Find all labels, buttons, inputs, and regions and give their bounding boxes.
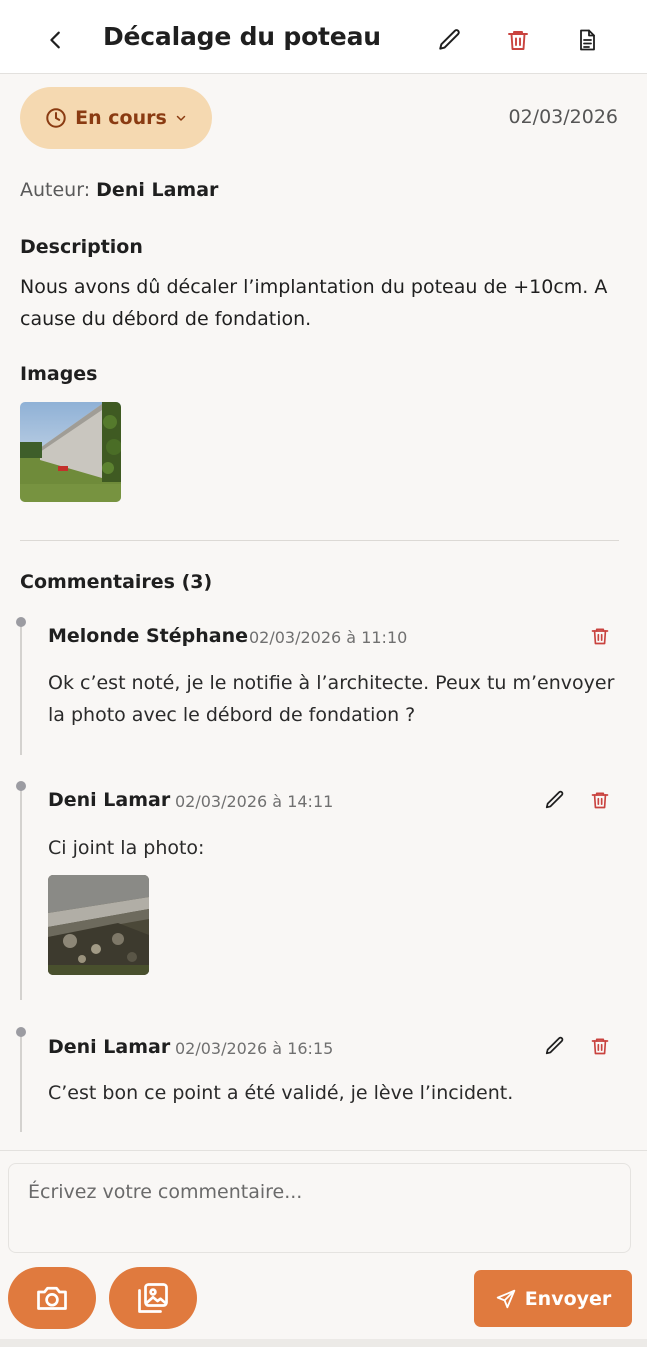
description-heading: Description: [20, 236, 143, 258]
comment-delete-button[interactable]: [585, 1031, 615, 1061]
comment-text: Ok c’est noté, je le notifie à l’archite…: [48, 672, 615, 726]
send-label: Envoyer: [524, 1287, 612, 1310]
author-name: Deni Lamar: [96, 179, 219, 201]
send-icon: [496, 1289, 515, 1308]
timeline-line: [20, 786, 22, 1000]
comment-image-thumbnail[interactable]: [48, 875, 149, 975]
bottom-safe-area: [0, 1339, 647, 1347]
incident-date: 02/03/2026: [508, 106, 618, 128]
comment-input[interactable]: [8, 1163, 631, 1253]
report-button[interactable]: [567, 20, 607, 60]
comment-delete-button[interactable]: [585, 621, 615, 651]
status-label: En cours: [75, 107, 167, 129]
pencil-icon: [545, 790, 564, 809]
comment-text: C’est bon ce point a été validé, je lève…: [48, 1082, 514, 1104]
pencil-icon: [439, 29, 460, 50]
trash-icon: [591, 792, 609, 809]
comment-text: Ci joint la photo:: [48, 837, 205, 859]
chevron-down-icon: [176, 115, 186, 121]
author-label: Auteur:: [20, 179, 91, 201]
comment-delete-button[interactable]: [585, 785, 615, 815]
gallery-icon: [138, 1283, 168, 1313]
edit-button[interactable]: [430, 20, 470, 60]
timeline-dot: [16, 617, 26, 627]
comment-date: 02/03/2026 à 11:10: [249, 628, 408, 647]
timeline-line: [20, 1032, 22, 1132]
foundation-photo-image: [48, 875, 149, 975]
page-title: Décalage du poteau: [103, 22, 381, 51]
app-header: Décalage du poteau: [0, 0, 647, 74]
comment-edit-button[interactable]: [540, 785, 570, 815]
back-button[interactable]: [36, 20, 76, 60]
comment-author: Deni Lamar: [48, 789, 171, 811]
timeline-line: [20, 622, 22, 755]
send-button[interactable]: Envoyer: [474, 1270, 632, 1327]
timeline-dot: [16, 1027, 26, 1037]
pencil-icon: [545, 1036, 564, 1055]
clock-icon: [46, 108, 66, 128]
delete-button[interactable]: [498, 20, 538, 60]
comment-date: 02/03/2026 à 16:15: [175, 1039, 334, 1058]
gallery-button[interactable]: [109, 1267, 197, 1329]
images-heading: Images: [20, 363, 98, 385]
comment-date: 02/03/2026 à 14:11: [175, 792, 334, 811]
incident-image-thumbnail[interactable]: [20, 402, 121, 502]
author-line: Auteur: Deni Lamar: [20, 179, 218, 201]
status-dropdown[interactable]: En cours: [20, 87, 212, 149]
timeline-dot: [16, 781, 26, 791]
trash-icon: [591, 1038, 609, 1055]
comments-heading: Commentaires (3): [20, 571, 213, 593]
chevron-left-icon: [50, 31, 60, 49]
comment-author: Melonde Stéphane: [48, 625, 249, 647]
trash-icon: [508, 31, 528, 50]
document-icon: [580, 29, 595, 51]
description-text: Nous avons dû décaler l’implantation du …: [20, 276, 608, 330]
trash-icon: [591, 628, 609, 645]
section-divider: [20, 540, 619, 541]
composer-divider: [0, 1150, 647, 1151]
camera-icon: [37, 1286, 67, 1310]
camera-button[interactable]: [8, 1267, 96, 1329]
wall-photo-image: [20, 402, 121, 502]
comment-author: Deni Lamar: [48, 1036, 171, 1058]
comment-edit-button[interactable]: [540, 1031, 570, 1061]
